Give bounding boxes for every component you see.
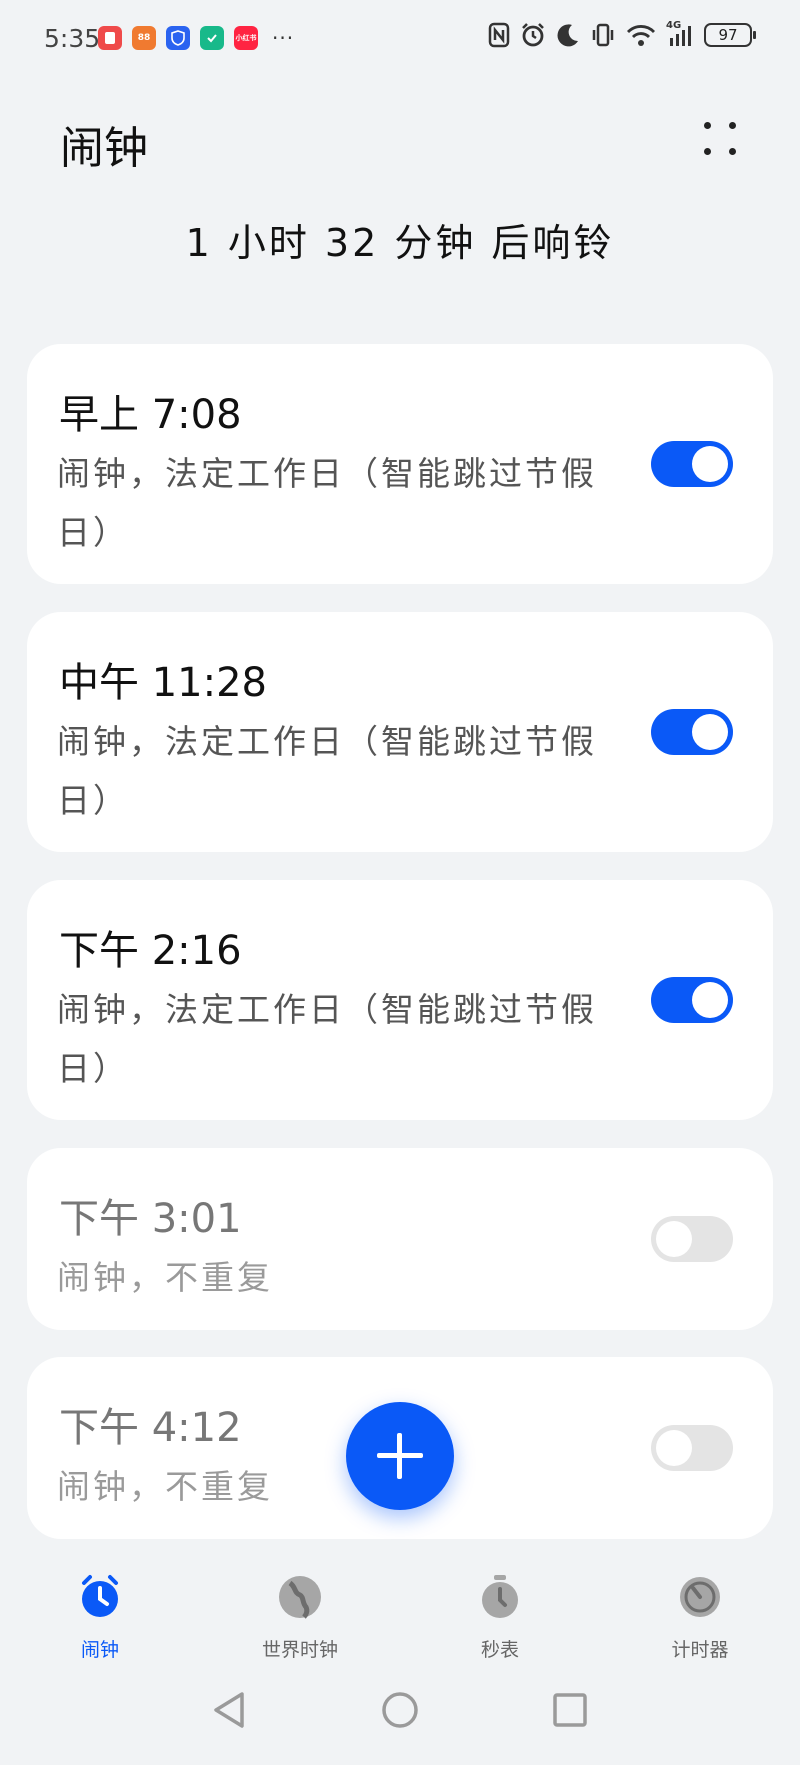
alarm-clock-icon (82, 1575, 118, 1617)
alarm-time: 下午 3:01 (59, 1196, 242, 1242)
add-alarm-button[interactable] (346, 1402, 454, 1510)
xiaohongshu-app-icon: 小红书 (234, 26, 258, 50)
toggle-knob (692, 446, 728, 482)
alarm-card[interactable]: 早上 7:08 闹钟，法定工作日（智能跳过节假日） (27, 344, 773, 584)
toggle-knob (656, 1221, 692, 1257)
alarm-toggle[interactable] (651, 709, 733, 755)
back-triangle-icon[interactable] (210, 1690, 250, 1730)
alarm-repeat-description: 闹钟，不重复 (57, 1467, 273, 1506)
blue-shield-app-icon (166, 26, 190, 50)
battery-icon: 97 (704, 23, 756, 47)
globe-icon (279, 1576, 321, 1619)
red-app-icon (98, 26, 122, 50)
alarm-time: 下午 2:16 (59, 928, 242, 974)
green-app-icon (200, 26, 224, 50)
stopwatch-icon (482, 1575, 518, 1618)
home-circle-icon[interactable] (380, 1690, 420, 1730)
alarm-repeat-description: 闹钟，法定工作日（智能跳过节假日） (57, 990, 597, 1088)
alarm-toggle[interactable] (651, 1425, 733, 1471)
page-title: 闹钟 (60, 123, 148, 174)
alarm-toggle[interactable] (651, 977, 733, 1023)
alarm-repeat-description: 闹钟，法定工作日（智能跳过节假日） (57, 454, 597, 552)
do-not-disturb-moon-icon (557, 24, 578, 47)
tab-label: 闹钟 (80, 1639, 119, 1661)
tab-world-clock[interactable]: 世界时钟 (210, 1565, 390, 1662)
tab-timer[interactable]: 计时器 (610, 1565, 790, 1662)
more-notifications-icon: ··· (272, 26, 295, 50)
system-status-icons: 4G 97 (488, 20, 756, 48)
alarm-status-icon (522, 23, 544, 47)
tab-label: 世界时钟 (261, 1639, 338, 1661)
more-dots-icon[interactable] (696, 118, 744, 166)
alarm-toggle[interactable] (651, 1216, 733, 1262)
status-time: 5:35 (44, 24, 101, 53)
alarm-time: 早上 7:08 (59, 392, 242, 438)
orange-app-icon: 88 (132, 26, 156, 50)
alarm-card[interactable]: 下午 3:01 闹钟，不重复 (27, 1148, 773, 1330)
alarm-toggle[interactable] (651, 441, 733, 487)
toggle-knob (656, 1430, 692, 1466)
tab-label: 计时器 (671, 1639, 729, 1661)
timer-icon (680, 1577, 720, 1617)
alarm-time: 中午 11:28 (59, 660, 267, 706)
alarm-card[interactable]: 中午 11:28 闹钟，法定工作日（智能跳过节假日） (27, 612, 773, 852)
bottom-tab-bar: 闹钟 世界时钟 秒表 计时器 (0, 1565, 800, 1675)
cellular-signal-icon: 4G (666, 20, 694, 48)
alarm-repeat-description: 闹钟，法定工作日（智能跳过节假日） (57, 722, 597, 820)
notification-app-icons: 88 小红书 ··· (98, 26, 294, 50)
toggle-knob (692, 714, 728, 750)
tab-label: 秒表 (480, 1639, 519, 1661)
nfc-icon (488, 22, 510, 48)
alarm-repeat-description: 闹钟，不重复 (57, 1258, 273, 1297)
tab-stopwatch[interactable]: 秒表 (410, 1565, 590, 1662)
vibrate-icon (592, 23, 614, 47)
status-bar: 5:35 88 小红书 ··· 4G 97 (0, 0, 800, 80)
system-navigation-bar (0, 1690, 800, 1750)
toggle-knob (692, 982, 728, 1018)
next-alarm-countdown: 1 小时 32 分钟 后响铃 (185, 221, 615, 265)
tab-alarm[interactable]: 闹钟 (10, 1565, 190, 1662)
alarm-card[interactable]: 下午 2:16 闹钟，法定工作日（智能跳过节假日） (27, 880, 773, 1120)
recent-apps-square-icon[interactable] (550, 1690, 590, 1730)
alarm-time: 下午 4:12 (59, 1405, 242, 1451)
wifi-icon (626, 25, 656, 46)
